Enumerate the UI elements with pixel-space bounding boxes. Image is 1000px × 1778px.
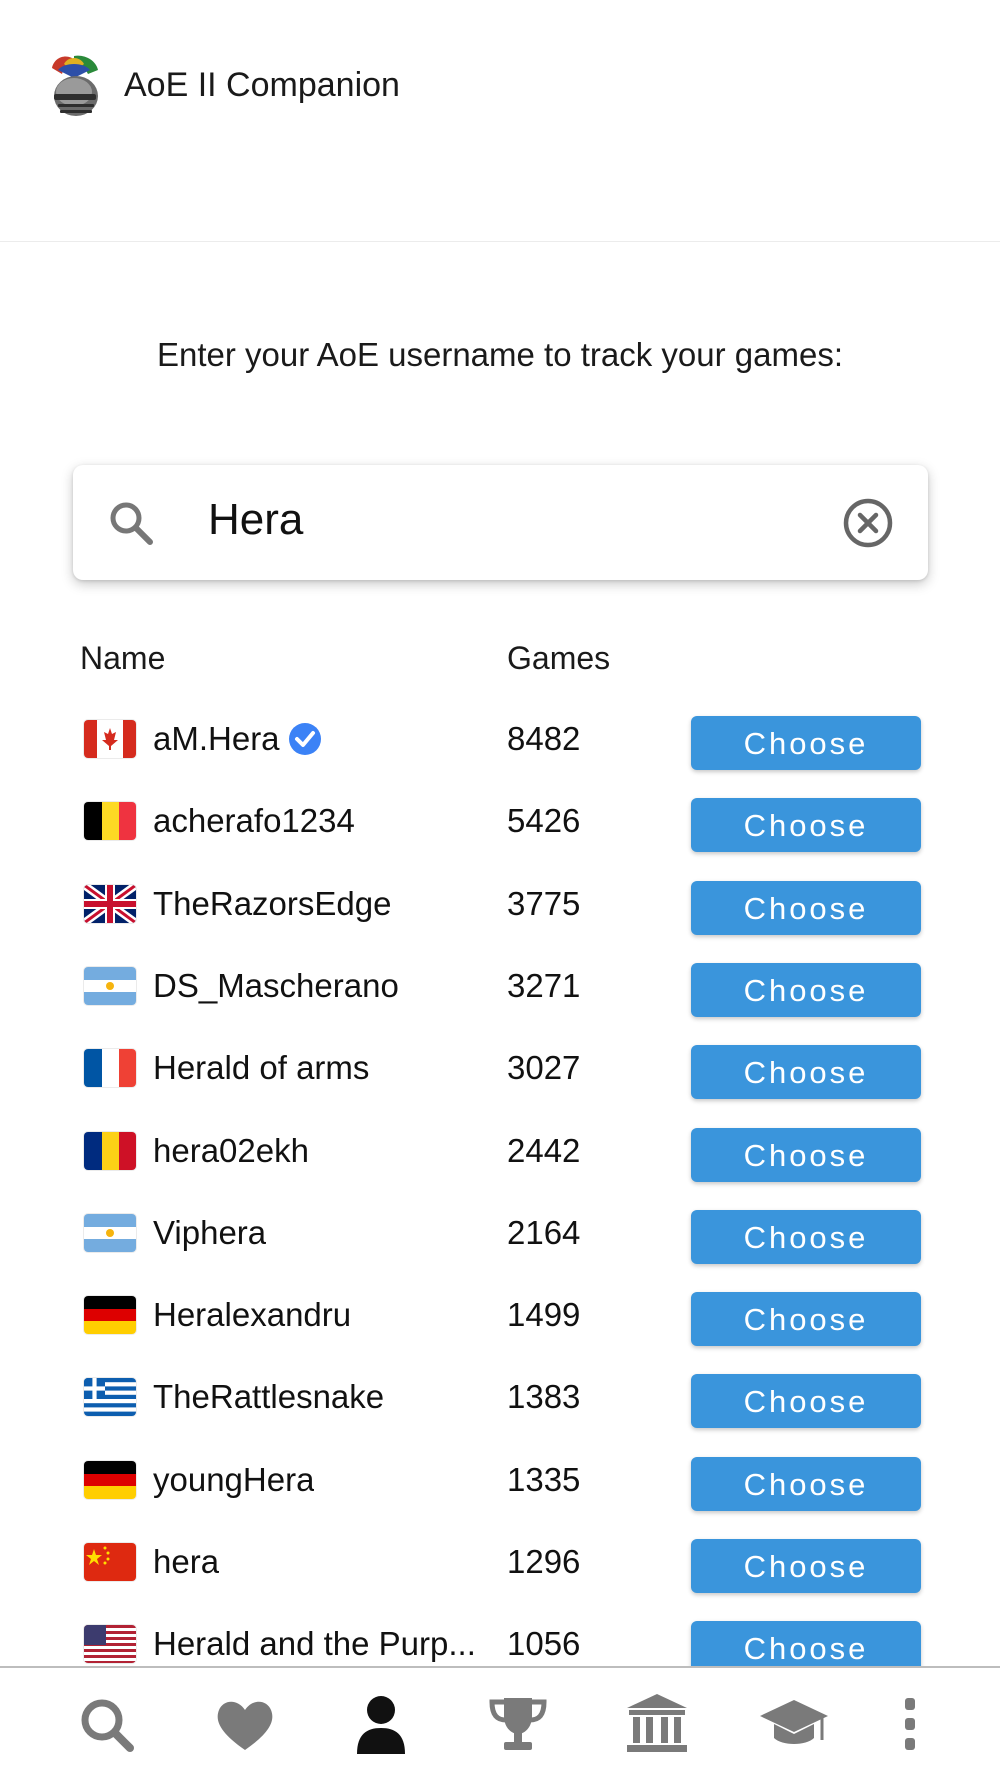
- helmet-logo-icon: [44, 52, 104, 120]
- player-name-text: hera02ekh: [153, 1131, 309, 1169]
- player-name-text: TheRazorsEdge: [153, 884, 392, 922]
- player-games-count: 3271: [507, 966, 581, 1004]
- argentina-flag: [84, 1213, 136, 1252]
- player-games-count: 2442: [507, 1131, 581, 1169]
- player-games-count: 1296: [507, 1543, 581, 1580]
- table-row: youngHera 1335 Choose: [0, 1441, 1000, 1523]
- search-icon: [106, 498, 156, 548]
- argentina-flag: [84, 966, 136, 1005]
- clear-search-icon[interactable]: [842, 497, 894, 549]
- choose-button[interactable]: Choose: [691, 1045, 921, 1100]
- player-name: Heralexandru: [153, 1296, 351, 1334]
- choose-button[interactable]: Choose: [691, 1621, 921, 1666]
- app-title: AoE II Companion: [124, 66, 400, 104]
- table-row: Herald of arms 3027 Choose: [0, 1029, 1000, 1111]
- germany-flag: [84, 1460, 136, 1499]
- usa-flag: [84, 1625, 136, 1664]
- player-games-count: 2164: [507, 1213, 581, 1251]
- user-icon[interactable]: [345, 1688, 417, 1760]
- player-name: TheRattlesnake: [153, 1378, 384, 1416]
- more-vertical-icon[interactable]: [874, 1688, 946, 1760]
- choose-button[interactable]: Choose: [691, 798, 921, 853]
- china-flag: [84, 1543, 136, 1581]
- trophy-icon[interactable]: [482, 1688, 554, 1760]
- player-games-count: 8482: [507, 720, 581, 757]
- heart-icon[interactable]: [209, 1688, 281, 1760]
- verified-badge-icon: [288, 722, 322, 756]
- table-row: TheRattlesnake 1383 Choose: [0, 1358, 1000, 1440]
- player-games-count: 1335: [507, 1460, 581, 1498]
- player-games-count: 1499: [507, 1296, 581, 1334]
- choose-button[interactable]: Choose: [691, 716, 921, 770]
- player-games-count: 3027: [507, 1049, 581, 1087]
- table-row: hera 1296 Choose: [0, 1523, 1000, 1605]
- player-name: hera02ekh: [153, 1132, 309, 1170]
- player-name-text: Heralexandru: [153, 1296, 352, 1334]
- player-name-text: acherafo1234: [153, 802, 355, 840]
- choose-button[interactable]: Choose: [691, 962, 921, 1017]
- column-header-name: Name: [80, 640, 166, 676]
- belgium-flag: [84, 802, 136, 841]
- table-row: TheRazorsEdge 3775 Choose: [0, 865, 1000, 947]
- table-row: DS_Mascherano 3271 Choose: [0, 947, 1000, 1029]
- choose-button[interactable]: Choose: [691, 1127, 921, 1182]
- united-kingdom-flag: [84, 884, 136, 923]
- search-icon[interactable]: [70, 1688, 142, 1760]
- app-header: AoE II Companion: [0, 0, 1000, 242]
- choose-button[interactable]: Choose: [691, 1539, 921, 1593]
- username-search-input[interactable]: [208, 495, 768, 545]
- player-games-count: 3775: [507, 884, 581, 922]
- bottom-nav: [0, 1666, 1000, 1778]
- player-name-text: Herald and the Purp...: [153, 1625, 476, 1663]
- canada-flag: [84, 720, 136, 758]
- player-name: acherafo1234: [153, 802, 355, 840]
- player-name: hera: [153, 1543, 219, 1581]
- player-name: aM.Hera: [153, 720, 322, 758]
- choose-button[interactable]: Choose: [691, 1456, 921, 1511]
- table-row: Viphera 2164 Choose: [0, 1194, 1000, 1276]
- choose-button[interactable]: Choose: [691, 1209, 921, 1264]
- table-row: acherafo1234 5426 Choose: [0, 782, 1000, 864]
- player-name: Herald and the Purp...: [153, 1625, 476, 1663]
- table-row: aM.Hera 8482 Choose: [0, 700, 1000, 782]
- player-name: DS_Mascherano: [153, 967, 399, 1005]
- choose-button[interactable]: Choose: [691, 1292, 921, 1347]
- player-name-text: aM.Hera: [153, 720, 280, 757]
- search-box: [73, 465, 928, 580]
- table-row: Herald and the Purp... 1056 Choose: [0, 1605, 1000, 1666]
- choose-button[interactable]: Choose: [691, 1374, 921, 1429]
- player-games-count: 5426: [507, 802, 581, 840]
- player-name: Herald of arms: [153, 1049, 369, 1087]
- player-games-count: 1383: [507, 1378, 581, 1416]
- table-row: hera02ekh 2442 Choose: [0, 1112, 1000, 1194]
- graduation-cap-icon[interactable]: [758, 1688, 830, 1760]
- table-row: Heralexandru 1499 Choose: [0, 1276, 1000, 1358]
- player-name-text: DS_Mascherano: [153, 966, 399, 1004]
- greece-flag: [84, 1378, 136, 1417]
- player-games-count: 1056: [507, 1625, 581, 1663]
- choose-button[interactable]: Choose: [691, 880, 921, 935]
- player-name: TheRazorsEdge: [153, 885, 391, 923]
- player-name-text: youngHera: [153, 1460, 315, 1498]
- player-name-text: Herald of arms: [153, 1049, 370, 1087]
- player-name: youngHera: [153, 1461, 314, 1499]
- results-list: aM.Hera 8482 Choose acherafo1234 5426 Choose T…: [0, 700, 1000, 1666]
- museum-icon[interactable]: [621, 1688, 693, 1760]
- player-name-text: Viphera: [153, 1213, 267, 1251]
- column-header-games: Games: [507, 640, 611, 676]
- player-name: Viphera: [153, 1214, 266, 1252]
- germany-flag: [84, 1296, 136, 1335]
- username-prompt: Enter your AoE username to track your ga…: [157, 336, 843, 373]
- player-name-text: hera: [153, 1543, 220, 1580]
- player-name-text: TheRattlesnake: [153, 1378, 385, 1416]
- france-flag: [84, 1049, 136, 1088]
- romania-flag: [84, 1131, 136, 1170]
